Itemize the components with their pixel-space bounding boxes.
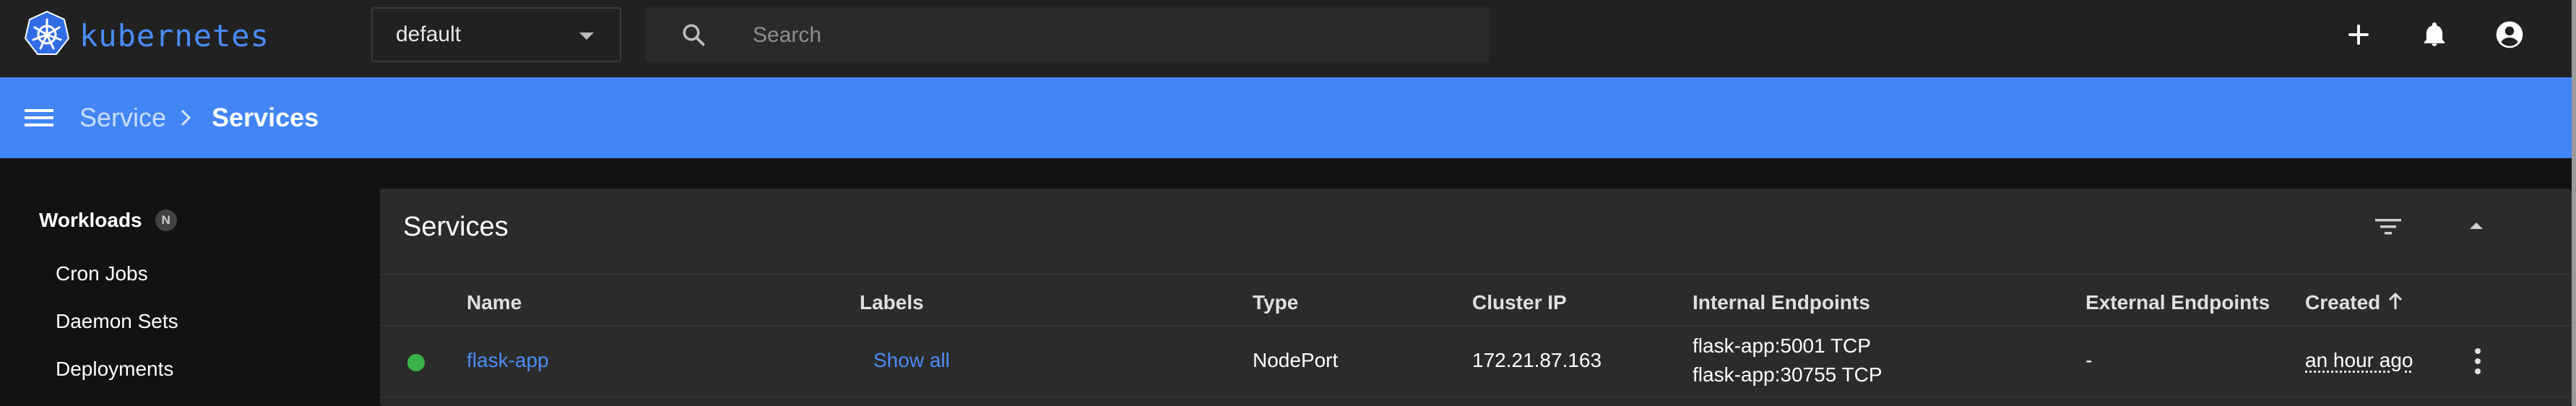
menu-icon[interactable] bbox=[23, 105, 55, 134]
labels-show-all-button[interactable]: Show all bbox=[873, 349, 950, 372]
column-header-cluster-ip: Cluster IP bbox=[1472, 291, 1567, 314]
scrollbar[interactable] bbox=[2572, 0, 2576, 406]
column-header-created[interactable]: Created bbox=[2305, 291, 2403, 316]
sidebar: Workloads N Cron Jobs Daemon Sets Deploy… bbox=[0, 158, 361, 406]
table-row: flask-app Show all NodePort 172.21.87.16… bbox=[380, 325, 2572, 397]
table-header: Name Labels Type Cluster IP Internal End… bbox=[380, 274, 2572, 326]
top-bar: kubernetes default bbox=[0, 0, 2576, 77]
sidebar-item-deployments[interactable]: Deployments bbox=[56, 358, 173, 381]
column-header-name[interactable]: Name bbox=[467, 291, 522, 314]
namespaced-badge: N bbox=[155, 210, 177, 231]
service-type: NodePort bbox=[1253, 349, 1339, 371]
more-vert-icon[interactable] bbox=[2473, 347, 2482, 379]
chevron-right-icon bbox=[177, 106, 194, 133]
arrow-up-icon bbox=[2387, 292, 2403, 316]
service-name-link[interactable]: flask-app bbox=[467, 349, 549, 372]
service-cluster-ip: 172.21.87.163 bbox=[1472, 349, 1602, 371]
column-header-type: Type bbox=[1253, 291, 1299, 314]
sidebar-section-workloads[interactable]: Workloads N bbox=[39, 209, 177, 232]
app-logo[interactable]: kubernetes bbox=[23, 10, 269, 61]
namespace-selected-value: default bbox=[396, 22, 462, 46]
search-icon[interactable] bbox=[680, 22, 706, 51]
status-running-icon bbox=[407, 354, 425, 371]
breadcrumb-bar: Service Services bbox=[0, 77, 2572, 158]
card-title: Services bbox=[403, 212, 509, 242]
column-header-created-label: Created bbox=[2305, 291, 2381, 314]
internal-endpoint: flask-app:30755 TCP bbox=[1693, 363, 1883, 386]
column-header-internal-endpoints: Internal Endpoints bbox=[1693, 291, 1870, 314]
column-header-labels: Labels bbox=[860, 291, 924, 314]
services-card: Services Name Labels Type Cluster IP Int… bbox=[380, 189, 2572, 406]
namespace-select[interactable]: default bbox=[371, 7, 621, 62]
search-input[interactable] bbox=[751, 7, 1462, 64]
account-circle-icon[interactable] bbox=[2494, 19, 2525, 51]
created-age: an hour ago bbox=[2305, 349, 2413, 371]
search-bar[interactable] bbox=[646, 7, 1490, 64]
collapse-up-icon[interactable] bbox=[2468, 220, 2485, 236]
sidebar-section-label: Workloads bbox=[39, 209, 142, 231]
internal-endpoint: flask-app:5001 TCP bbox=[1693, 334, 1871, 357]
sidebar-item-daemon-sets[interactable]: Daemon Sets bbox=[56, 310, 178, 333]
filter-icon[interactable] bbox=[2374, 215, 2403, 243]
breadcrumb-current: Services bbox=[212, 103, 319, 132]
column-header-external-endpoints: External Endpoints bbox=[2086, 291, 2270, 314]
kubernetes-logo-icon bbox=[23, 10, 71, 61]
sidebar-item-cron-jobs[interactable]: Cron Jobs bbox=[56, 262, 148, 285]
external-endpoints: - bbox=[2086, 349, 2093, 371]
dropdown-arrow-icon bbox=[579, 33, 594, 40]
bell-icon[interactable] bbox=[2419, 19, 2450, 51]
breadcrumb-parent[interactable]: Service bbox=[79, 103, 166, 133]
plus-icon[interactable] bbox=[2343, 19, 2374, 51]
app-name: kubernetes bbox=[79, 18, 269, 53]
